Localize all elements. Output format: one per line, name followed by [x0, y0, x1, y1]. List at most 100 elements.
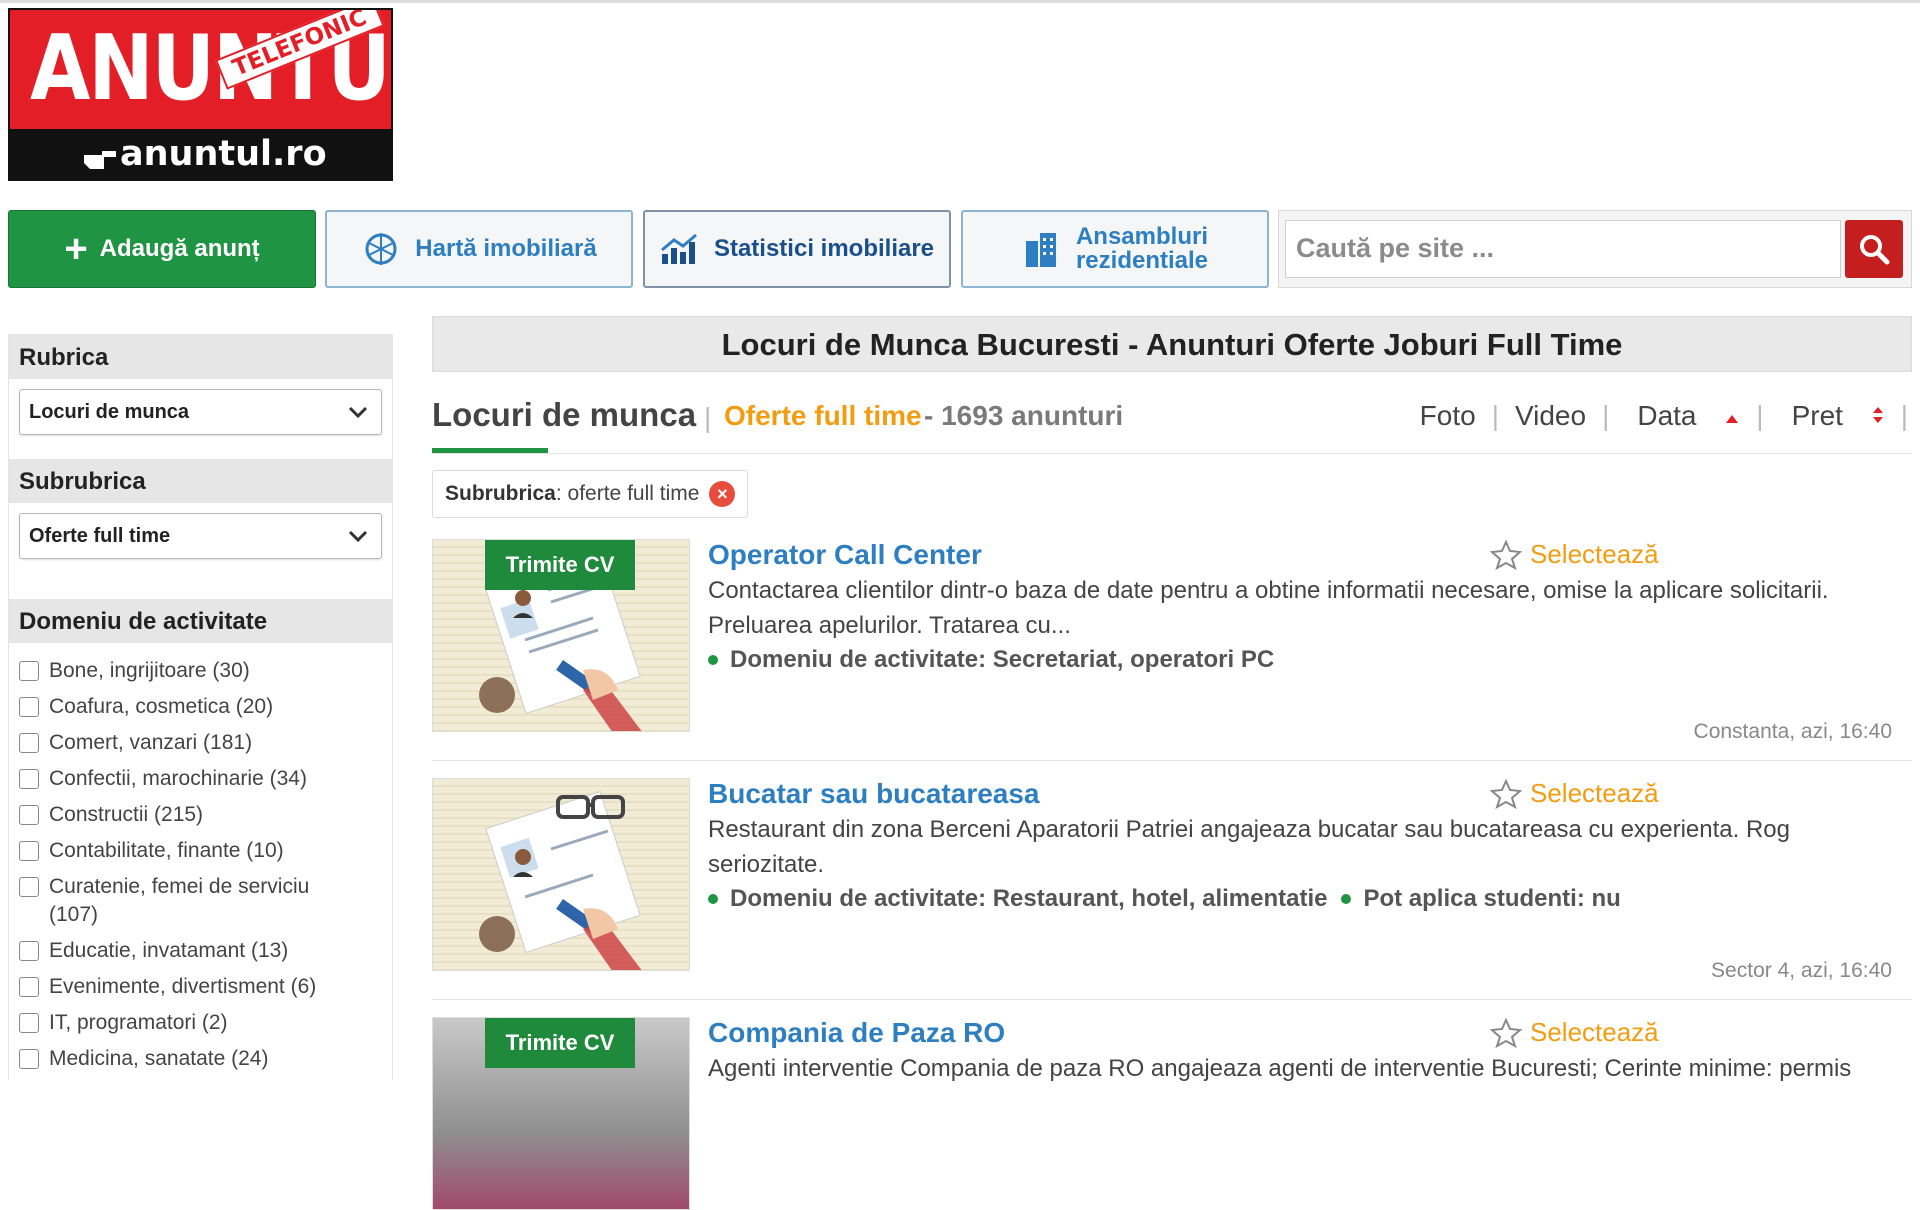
- select-favorite-button[interactable]: Selectează: [1490, 539, 1659, 570]
- search-button[interactable]: [1845, 220, 1903, 278]
- bullet-dot: [708, 894, 718, 904]
- domain-filter-checkbox[interactable]: IT, programatori (2): [9, 1005, 392, 1041]
- listing-thumbnail[interactable]: Trimite CV: [432, 539, 690, 732]
- rubrica-selected-value: Locuri de munca: [29, 401, 190, 423]
- logo-domain: anuntul.ro: [120, 134, 327, 174]
- star-outline-icon: [1490, 539, 1522, 570]
- checkbox[interactable]: [19, 733, 39, 753]
- domain-filter-label: Bone, ingrijitoare (30): [49, 659, 250, 682]
- domain-filter-checkbox[interactable]: Evenimente, divertisment (6): [9, 969, 392, 1005]
- domain-filter-label: Contabilitate, finante (10): [49, 839, 284, 862]
- building-icon: [1025, 233, 1056, 267]
- bullet-dot: [1341, 894, 1352, 904]
- rubrica-select[interactable]: Locuri de munca: [19, 389, 382, 435]
- listing-meta: Domeniu de activitate: Restaurant, hotel…: [708, 885, 1621, 913]
- listing-header: Locuri de munca | Oferte full time - 169…: [432, 394, 1912, 454]
- checkbox[interactable]: [19, 1049, 39, 1069]
- select-favorite-button[interactable]: Selectează: [1490, 778, 1659, 809]
- chart-icon: [660, 233, 697, 264]
- domain-filter-label: Evenimente, divertisment (6): [49, 975, 317, 998]
- category-title: Locuri de munca: [432, 396, 697, 433]
- domain-filter-checkbox[interactable]: Constructii (215): [9, 797, 392, 833]
- rubrica-heading: Rubrica: [9, 335, 392, 379]
- sort-pret[interactable]: Pret: [1768, 400, 1897, 432]
- listing-students: Pot aplica studenti: nu: [1363, 885, 1621, 912]
- checkbox[interactable]: [19, 661, 39, 681]
- checkbox[interactable]: [19, 805, 39, 825]
- chevron-down-icon: [348, 530, 368, 543]
- bullet-dot: [708, 655, 718, 665]
- listing-description-line: Contactarea clientilor dintr-o baza de d…: [708, 577, 1829, 604]
- listing-meta: Domeniu de activitate: Secretariat, oper…: [708, 646, 1274, 674]
- listing-description-line: seriozitate.: [708, 851, 825, 878]
- domain-filter-checkbox[interactable]: Curatenie, femei de serviciu (107): [9, 869, 392, 933]
- subcategory-title: Oferte full time: [724, 400, 922, 431]
- domain-filter-checkbox[interactable]: Contabilitate, finante (10): [9, 833, 392, 869]
- listing-thumbnail[interactable]: [432, 778, 690, 971]
- sort-data[interactable]: Data: [1613, 400, 1752, 432]
- listing-description-line: Restaurant din zona Berceni Aparatorii P…: [708, 816, 1791, 843]
- sort-video[interactable]: Video: [1503, 400, 1598, 432]
- select-favorite-label: Selectează: [1530, 539, 1659, 569]
- select-favorite-label: Selectează: [1530, 1017, 1659, 1047]
- active-tab-underline: [432, 448, 548, 453]
- cv-illustration: [479, 791, 642, 970]
- listing-item[interactable]: Trimite CV Compania de Paza RO Selecteaz…: [432, 1017, 1912, 1210]
- map-icon: [365, 233, 397, 265]
- listing-title-link[interactable]: Compania de Paza RO: [708, 1017, 1005, 1049]
- checkbox[interactable]: [19, 697, 39, 717]
- domain-filter-checkbox[interactable]: Coafura, cosmetica (20): [9, 689, 392, 725]
- send-cv-badge[interactable]: Trimite CV: [485, 540, 635, 590]
- checkbox[interactable]: [19, 841, 39, 861]
- domain-filter-checkbox[interactable]: Medicina, sanatate (24): [9, 1041, 392, 1077]
- remove-filter-icon[interactable]: ×: [709, 481, 736, 507]
- filters-sidebar: Rubrica Locuri de munca Subrubrica Ofert…: [8, 334, 393, 1080]
- domain-filter-checkbox[interactable]: Comert, vanzari (181): [9, 725, 392, 761]
- page-title: Locuri de Munca Bucuresti - Anunturi Ofe…: [432, 316, 1912, 372]
- sort-separator: |: [1756, 400, 1764, 431]
- subrubrica-selected-value: Oferte full time: [29, 525, 171, 547]
- listing-description: Contactarea clientilor dintr-o baza de d…: [708, 573, 1908, 643]
- subrubrica-heading: Subrubrica: [9, 459, 392, 503]
- sort-ascending-icon: [1726, 415, 1739, 423]
- residential-complexes-label-line2: rezidentiale: [1075, 247, 1209, 274]
- logo-domain-bar: anuntul.ro: [10, 129, 391, 179]
- real-estate-stats-button[interactable]: Statistici imobiliare: [643, 210, 951, 288]
- domain-filter-label: Educatie, invatamant (13): [49, 939, 289, 962]
- filter-key: Subrubrica: [445, 482, 556, 505]
- site-search: Caută pe site ...: [1278, 210, 1912, 288]
- listing-location-time: Constanta, azi, 16:40: [1693, 720, 1892, 743]
- checkbox[interactable]: [19, 877, 39, 897]
- domain-filter-label: Comert, vanzari (181): [49, 731, 253, 754]
- send-cv-badge[interactable]: Trimite CV: [485, 1018, 635, 1068]
- listing-title-link[interactable]: Operator Call Center: [708, 539, 982, 571]
- real-estate-map-button[interactable]: Hartă imobiliară: [325, 210, 633, 288]
- checkbox[interactable]: [19, 769, 39, 789]
- residential-complexes-button[interactable]: Ansambluri rezidentiale: [961, 210, 1269, 288]
- search-input[interactable]: Caută pe site ...: [1285, 220, 1841, 278]
- domain-filter-label: Coafura, cosmetica (20): [49, 695, 274, 718]
- checkbox[interactable]: [19, 1013, 39, 1033]
- checkbox[interactable]: [19, 977, 39, 997]
- listing-count: - 1693 anunturi: [924, 400, 1124, 431]
- listing-title-link[interactable]: Bucatar sau bucatareasa: [708, 778, 1040, 810]
- listing-item[interactable]: Bucatar sau bucatareasa Selectează Resta…: [432, 778, 1912, 1000]
- listing-thumbnail[interactable]: Trimite CV: [432, 1017, 690, 1210]
- listing-item[interactable]: Trimite CV Operator Call Center Selectea…: [432, 539, 1912, 761]
- sort-both-icon: [1872, 407, 1883, 423]
- sort-foto[interactable]: Foto: [1408, 400, 1488, 432]
- listing-location-time: Sector 4, azi, 16:40: [1711, 959, 1892, 982]
- top-border: [0, 0, 1920, 3]
- domain-filter-checkbox[interactable]: Confectii, marochinarie (34): [9, 761, 392, 797]
- add-listing-button[interactable]: + Adaugă anunț: [8, 210, 316, 288]
- subrubrica-select[interactable]: Oferte full time: [19, 513, 382, 559]
- select-favorite-button[interactable]: Selectează: [1490, 1017, 1659, 1048]
- checkbox[interactable]: [19, 941, 39, 961]
- domain-filter-checkbox[interactable]: Bone, ingrijitoare (30): [9, 653, 392, 689]
- sort-separator: |: [1602, 400, 1610, 431]
- domain-filter-label: Constructii (215): [49, 803, 204, 826]
- listing-description: Restaurant din zona Berceni Aparatorii P…: [708, 812, 1908, 882]
- chevron-down-icon: [348, 406, 368, 419]
- domain-filter-checkbox[interactable]: Educatie, invatamant (13): [9, 933, 392, 969]
- site-logo[interactable]: ANUNTUL TELEFONIC anuntul.ro: [8, 8, 393, 181]
